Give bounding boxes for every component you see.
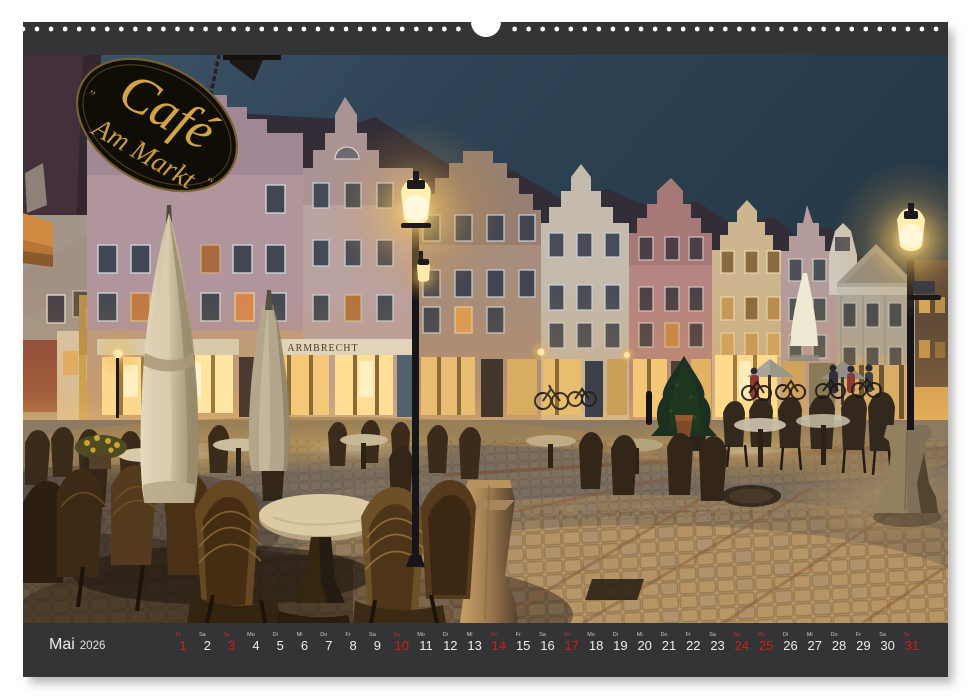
svg-text:ARMBRECHT: ARMBRECHT — [287, 343, 358, 354]
